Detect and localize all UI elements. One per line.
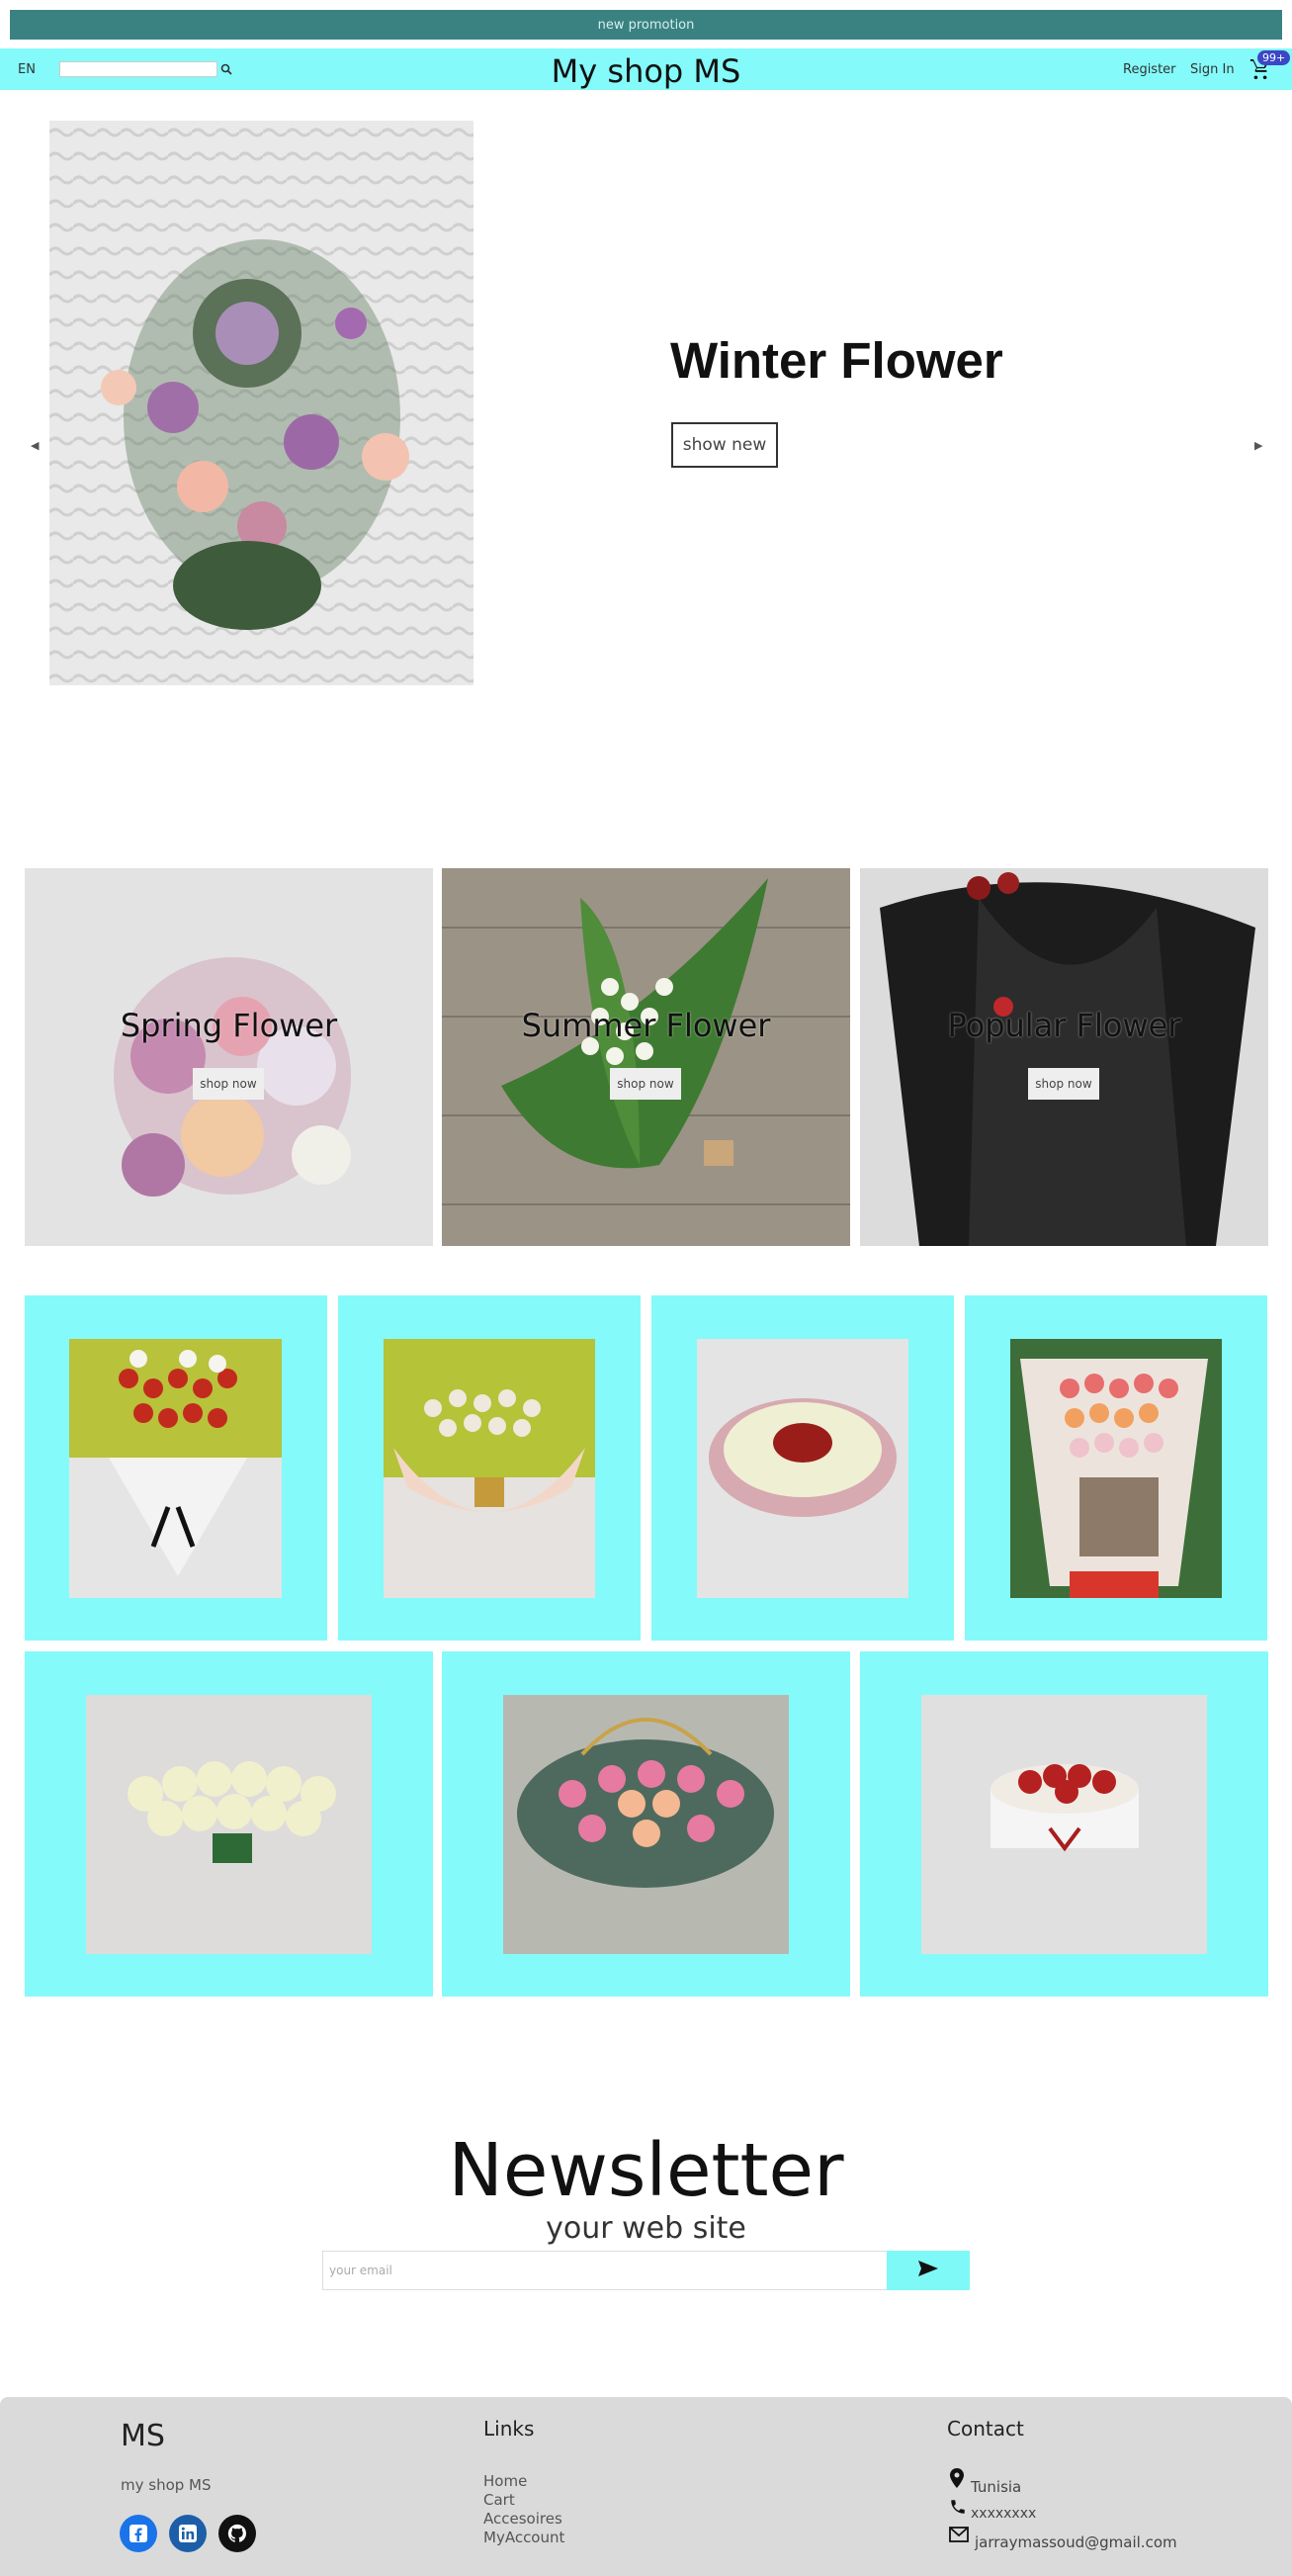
footer-contact-title: Contact [947, 2417, 1024, 2441]
product-image[interactable] [921, 1695, 1207, 1954]
product-image[interactable] [1010, 1339, 1222, 1598]
facebook-icon[interactable] [120, 2515, 157, 2552]
shop-now-button[interactable]: shop now [610, 1068, 681, 1100]
product-image[interactable] [86, 1695, 372, 1954]
product-image[interactable] [697, 1339, 908, 1598]
register-link[interactable]: Register [1123, 62, 1176, 77]
promo-bar: new promotion [10, 10, 1282, 40]
header: EN My shop MS Register Sign In 99+ [0, 48, 1292, 90]
hero-image [49, 121, 474, 685]
footer: MS my shop MS Links Home Cart Accesoires… [0, 2397, 1292, 2576]
product-card[interactable] [860, 1651, 1268, 1997]
site-logo[interactable]: My shop MS [0, 52, 1292, 90]
footer-tagline: my shop MS [121, 2476, 212, 2494]
product-card[interactable] [338, 1295, 641, 1641]
product-card[interactable] [442, 1651, 850, 1997]
contact-location: Tunisia [971, 2478, 1022, 2496]
product-image[interactable] [69, 1339, 282, 1598]
category-title: Spring Flower [120, 1007, 338, 1044]
footer-link-cart[interactable]: Cart [483, 2491, 515, 2509]
category-title: Summer Flower [521, 1007, 771, 1044]
category-title: Popular Flower [947, 1007, 1181, 1044]
email-icon [949, 2527, 969, 2546]
hero-title: Winter Flower [670, 332, 1003, 389]
footer-link-home[interactable]: Home [483, 2472, 527, 2490]
github-icon[interactable] [218, 2515, 256, 2552]
send-icon [917, 2260, 939, 2281]
signin-link[interactable]: Sign In [1190, 62, 1235, 77]
product-card[interactable] [965, 1295, 1267, 1641]
shop-now-button[interactable]: shop now [1028, 1068, 1099, 1100]
promo-text: new promotion [597, 17, 695, 33]
newsletter-subtitle: your web site [546, 2211, 746, 2246]
linkedin-icon[interactable] [169, 2515, 207, 2552]
footer-link-accessories[interactable]: Accesoires [483, 2510, 562, 2528]
location-icon [950, 2468, 964, 2492]
category-tile-summer[interactable]: Summer Flower shop now [442, 868, 850, 1246]
category-tile-popular[interactable]: Popular Flower shop now [860, 868, 1268, 1246]
product-image[interactable] [503, 1695, 789, 1954]
product-image[interactable] [384, 1339, 595, 1598]
shop-now-button[interactable]: shop now [193, 1068, 264, 1100]
product-card[interactable] [25, 1295, 327, 1641]
product-card[interactable] [25, 1651, 433, 1997]
footer-links-title: Links [483, 2417, 535, 2441]
footer-brand: MS [121, 2419, 165, 2453]
footer-link-myaccount[interactable]: MyAccount [483, 2529, 564, 2546]
category-tile-spring[interactable]: Spring Flower shop now [25, 868, 433, 1246]
newsletter-title: Newsletter [448, 2128, 844, 2213]
show-new-button[interactable]: show new [671, 422, 778, 468]
product-card[interactable] [651, 1295, 954, 1641]
cart-badge: 99+ [1257, 50, 1291, 65]
contact-email[interactable]: jarraymassoud@gmail.com [975, 2533, 1177, 2551]
contact-phone: xxxxxxxx [971, 2506, 1037, 2522]
phone-icon [949, 2498, 967, 2520]
newsletter-email-input[interactable]: your email [322, 2251, 888, 2290]
newsletter-send-button[interactable] [887, 2251, 970, 2290]
carousel-prev-icon[interactable]: ◀ [31, 439, 39, 452]
carousel-next-icon[interactable]: ▶ [1254, 439, 1262, 452]
